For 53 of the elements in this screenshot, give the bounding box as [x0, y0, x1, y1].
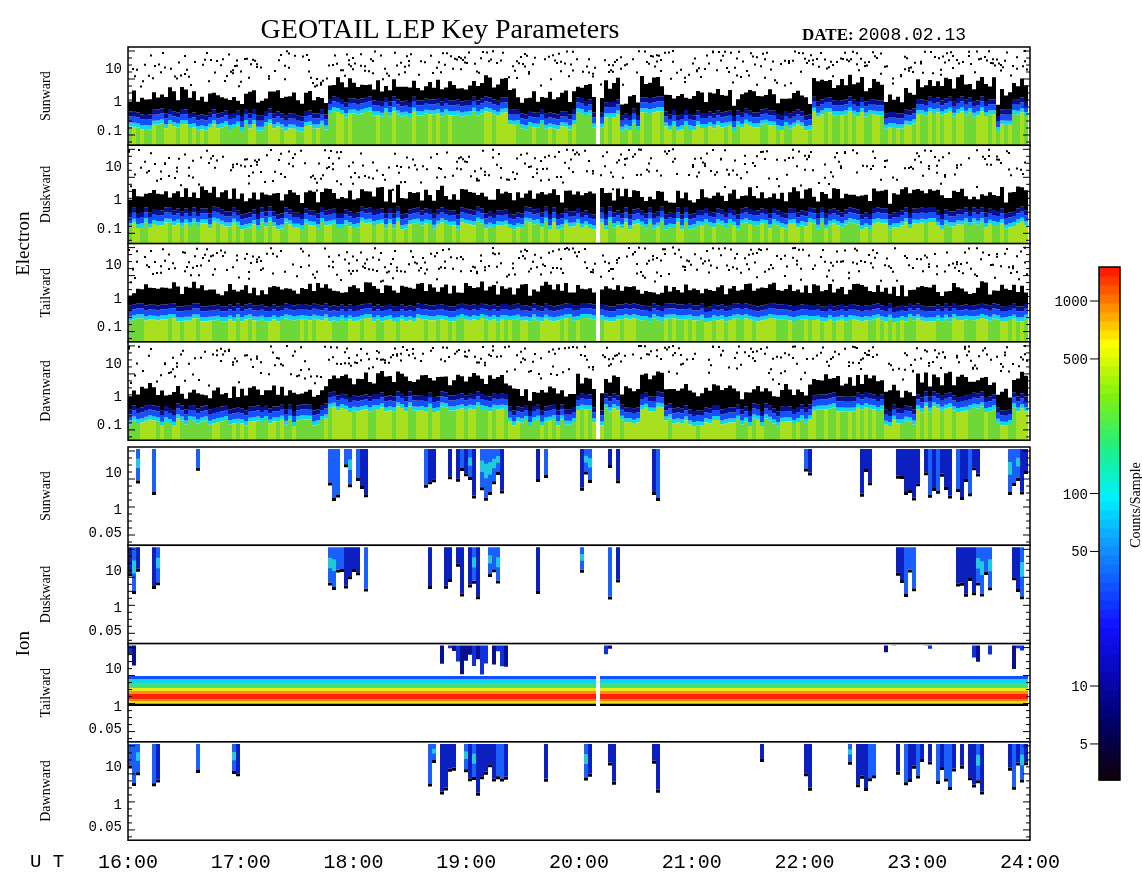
tick-label: 1	[113, 501, 122, 518]
tick-label: 1	[113, 192, 122, 209]
tick-label: 1	[113, 796, 122, 813]
tick-label: 1	[113, 600, 122, 617]
panel-label: Sunward	[38, 71, 53, 122]
tick-label: 10	[105, 562, 122, 579]
tick-label: 0.1	[96, 417, 122, 434]
time-label: 18:00	[323, 851, 384, 874]
tick-label: 10	[105, 257, 122, 274]
chart-title: GEOTAIL LEP Key Parameters	[260, 13, 620, 44]
time-label: 19:00	[436, 851, 497, 874]
tick-label: 10	[105, 759, 122, 776]
group-label: Electron	[12, 211, 33, 276]
date-label: DATE:	[802, 25, 854, 44]
time-label: 17:00	[210, 851, 271, 874]
colorbar-label: 1000	[1054, 294, 1088, 310]
tick-label: 10	[105, 661, 122, 678]
tick-label: 10	[105, 60, 122, 77]
colorbar-label: 50	[1071, 544, 1088, 561]
axis-title: U T	[30, 851, 65, 873]
time-label: 21:00	[661, 851, 722, 874]
panel-label: Duskward	[38, 165, 53, 224]
time-label: 23:00	[887, 851, 948, 874]
time-label: 24:00	[1000, 851, 1060, 874]
tick-label: 1	[113, 698, 122, 715]
group-label: Ion	[12, 630, 33, 657]
panel-label: Sunward	[38, 471, 53, 522]
tick-label: 10	[105, 464, 122, 481]
tick-label: 1	[113, 290, 122, 307]
tick-label: 0.1	[96, 319, 122, 336]
colorbar-label: 100	[1062, 486, 1088, 503]
tick-label: 0.1	[96, 220, 122, 237]
colorbar-label: 500	[1062, 351, 1088, 368]
colorbar-label: 5	[1079, 736, 1088, 753]
tick-label: 0.05	[88, 524, 122, 541]
date-value: 2008.02.13	[858, 25, 967, 45]
tick-label: 0.05	[88, 819, 122, 836]
panel-label: Tailward	[38, 267, 53, 318]
tick-label: 0.1	[96, 122, 122, 139]
tick-label: 1	[113, 94, 122, 111]
time-label: 22:00	[774, 851, 835, 874]
tick-label: 1	[113, 388, 122, 405]
panel-label: Dawnward	[38, 760, 53, 822]
colorbar-label: 10	[1071, 679, 1088, 695]
panel-label: Dawnward	[38, 360, 53, 422]
time-label: 16:00	[98, 851, 158, 874]
tick-label: 10	[105, 355, 122, 372]
tick-label: 0.05	[88, 622, 122, 639]
tick-label: 10	[105, 158, 122, 175]
time-label: 20:00	[549, 851, 609, 874]
panel-label: Tailward	[38, 667, 53, 718]
tick-label: 0.05	[88, 721, 122, 738]
panel-label: Duskward	[38, 565, 53, 624]
